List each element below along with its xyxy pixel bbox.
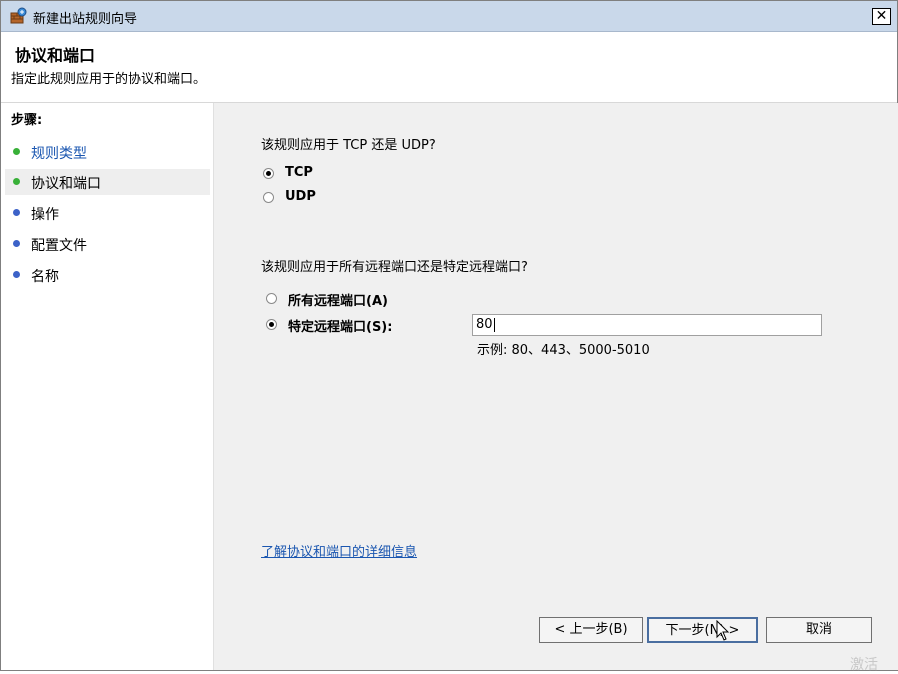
step-status-dot: [13, 178, 20, 185]
radio-all-ports-indicator[interactable]: [266, 293, 277, 304]
port-input-value: 80: [476, 317, 493, 332]
radio-specific-ports-indicator[interactable]: [266, 319, 277, 330]
title-bar[interactable]: 新建出站规则向导 ✕: [1, 1, 897, 32]
close-button[interactable]: ✕: [872, 8, 891, 25]
learn-more-link[interactable]: 了解协议和端口的详细信息: [261, 541, 417, 560]
back-button[interactable]: < 上一步(B): [539, 617, 643, 643]
step-label: 协议和端口: [31, 176, 101, 192]
step-protocol-ports: 协议和端口: [5, 169, 210, 195]
cancel-button[interactable]: 取消: [766, 617, 872, 643]
wizard-window: 新建出站规则向导 ✕ 协议和端口 指定此规则应用于的协议和端口。 步骤: 规则类…: [0, 0, 898, 671]
step-status-dot: [13, 240, 20, 247]
protocol-question: 该规则应用于 TCP 还是 UDP?: [261, 138, 436, 153]
activation-watermark: 激活: [850, 657, 878, 673]
steps-panel: 步骤: 规则类型 协议和端口 操作 配置文件 名称: [1, 103, 212, 670]
steps-title: 步骤:: [11, 113, 43, 128]
page-header: 协议和端口 指定此规则应用于的协议和端口。: [1, 32, 897, 103]
radio-tcp-indicator[interactable]: [263, 168, 274, 179]
page-subtitle: 指定此规则应用于的协议和端口。: [11, 72, 207, 87]
ports-question: 该规则应用于所有远程端口还是特定远程端口?: [261, 260, 528, 275]
step-profile: 配置文件: [5, 231, 210, 257]
step-label: 配置文件: [31, 238, 87, 254]
step-label: 操作: [31, 207, 59, 223]
radio-specific-ports-label[interactable]: 特定远程端口(S):: [288, 316, 392, 335]
page-title: 协议和端口: [15, 46, 96, 65]
step-status-dot: [13, 271, 20, 278]
port-input[interactable]: 80: [472, 314, 822, 336]
content-panel: 该规则应用于 TCP 还是 UDP? TCP UDP 该规则应用于所有远程端口还…: [213, 103, 898, 670]
step-status-dot: [13, 148, 20, 155]
firewall-icon: [10, 7, 27, 24]
step-status-dot: [13, 209, 20, 216]
mouse-cursor-icon: [716, 620, 730, 641]
window-title: 新建出站规则向导: [33, 12, 138, 27]
radio-udp-label[interactable]: UDP: [285, 189, 316, 204]
step-label[interactable]: 规则类型: [31, 143, 87, 163]
radio-all-ports-label[interactable]: 所有远程端口(A): [288, 290, 388, 309]
radio-udp-indicator[interactable]: [263, 192, 274, 203]
step-action: 操作: [5, 200, 210, 226]
step-rule-type[interactable]: 规则类型: [5, 139, 210, 165]
radio-tcp-label[interactable]: TCP: [285, 165, 313, 180]
step-name: 名称: [5, 262, 210, 288]
port-example: 示例: 80、443、5000-5010: [477, 343, 650, 358]
next-button[interactable]: 下一步(N) >: [647, 617, 758, 643]
step-label: 名称: [31, 269, 59, 285]
text-caret: [493, 317, 495, 332]
